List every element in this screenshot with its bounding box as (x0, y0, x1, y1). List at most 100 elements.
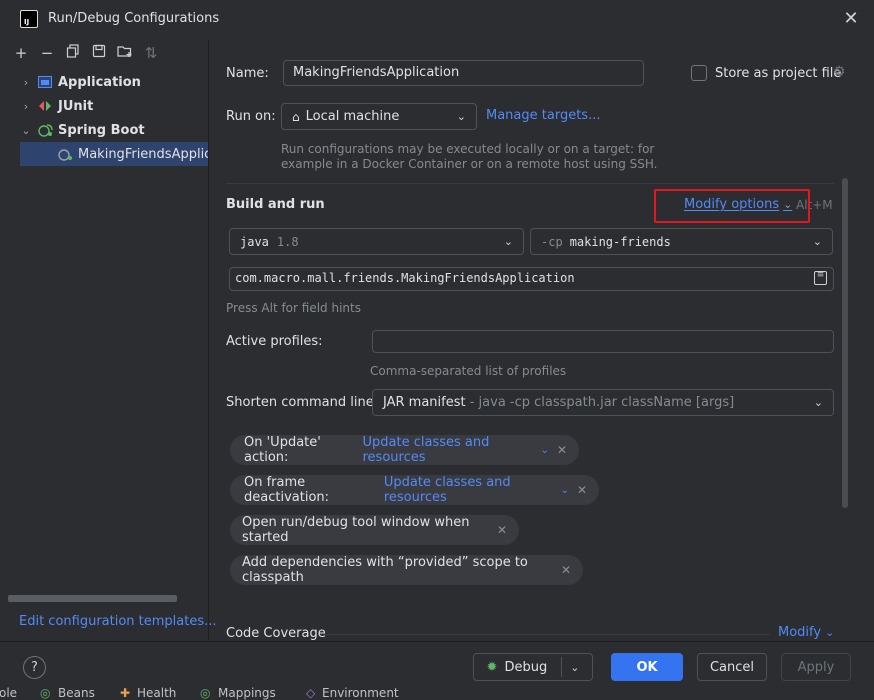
ok-label: OK (636, 659, 658, 675)
store-as-project-file-checkbox[interactable] (691, 65, 707, 81)
apply-label: Apply (797, 659, 835, 675)
save-icon[interactable] (90, 44, 108, 62)
edit-configuration-templates-link[interactable]: Edit configuration templates... (19, 614, 217, 629)
code-coverage-modify-link[interactable]: Modify ⌄ (778, 625, 834, 640)
chevron-down-icon[interactable]: ⌄ (20, 124, 32, 137)
add-icon[interactable]: + (12, 44, 30, 62)
open-tool-window-label: Open run/debug tool window when started (242, 515, 470, 545)
code-coverage-title: Code Coverage (226, 626, 326, 641)
open-tool-window-chip[interactable]: Open run/debug tool window when started … (230, 515, 519, 545)
shorten-command-line-label: Shorten command line: (226, 395, 379, 410)
debug-bug-icon: ✹ (486, 659, 498, 675)
cancel-button[interactable]: Cancel (697, 653, 767, 681)
frame-deactivation-label: On frame deactivation: (244, 475, 330, 505)
chevron-right-icon[interactable]: › (20, 100, 32, 113)
debug-label: Debug (504, 659, 548, 675)
environment-icon: ◇ (306, 686, 316, 700)
window-title: Run/Debug Configurations (48, 11, 220, 26)
shorten-value: JAR manifest (383, 395, 466, 410)
application-icon (38, 75, 54, 89)
manage-targets-link[interactable]: Manage targets... (486, 108, 600, 123)
frame-deactivation-chip[interactable]: On frame deactivation: Update classes an… (230, 475, 599, 505)
active-profiles-field[interactable] (372, 330, 834, 353)
beans-icon: ◎ (40, 686, 51, 700)
build-and-run-title: Build and run (226, 197, 325, 212)
main-class-value: com.macro.mall.friends.MakingFriendsAppl… (235, 271, 575, 285)
ide-tab-health[interactable]: Health (137, 686, 176, 700)
shorten-command-line-dropdown[interactable]: JAR manifest - java -cp classpath.jar cl… (372, 389, 834, 416)
frame-deactivation-value[interactable]: Update classes and resources (384, 475, 557, 505)
ide-tab-mappings[interactable]: Mappings (218, 686, 276, 700)
chevron-down-icon[interactable]: ⌄ (561, 485, 569, 496)
add-dependencies-label: Add dependencies with “provided” scope t… (242, 555, 528, 585)
copy-icon[interactable] (64, 44, 82, 62)
classpath-module-dropdown[interactable]: -cp making-friends ⌄ (530, 228, 833, 255)
close-icon[interactable]: ✕ (561, 563, 571, 577)
update-action-chip[interactable]: On 'Update' action: Update classes and r… (230, 435, 579, 465)
active-profiles-label: Active profiles: (226, 334, 323, 349)
tree-item-making-friends-application[interactable]: MakingFriendsApplicat (20, 142, 208, 166)
health-icon: ✚ (120, 686, 131, 700)
footer-divider (0, 641, 874, 642)
chevron-down-icon: ⌄ (825, 626, 835, 639)
sort-icon[interactable]: ⇅ (142, 44, 160, 62)
name-field[interactable]: MakingFriendsApplication (283, 60, 644, 86)
tree-item-application[interactable]: › Application (0, 70, 208, 94)
ide-tab-beans[interactable]: Beans (58, 686, 95, 700)
tree-item-junit[interactable]: › JUnit (0, 94, 208, 118)
add-dependencies-chip[interactable]: Add dependencies with “provided” scope t… (230, 555, 583, 585)
browse-class-icon[interactable]: ≡ (814, 271, 827, 285)
shorten-detail: - java -cp classpath.jar className [args… (465, 395, 735, 410)
section-divider (226, 183, 834, 184)
intellij-app-icon: IJ (20, 10, 38, 28)
ok-button[interactable]: OK (611, 653, 683, 681)
tree-item-label: MakingFriendsApplicat (78, 146, 208, 162)
chevron-down-icon: ⌄ (503, 235, 513, 248)
tree-horizontal-scrollbar[interactable] (8, 595, 177, 602)
name-label: Name: (226, 66, 269, 81)
tree-item-label: JUnit (58, 98, 94, 114)
remove-icon[interactable]: − (38, 44, 56, 62)
update-action-value[interactable]: Update classes and resources (363, 435, 537, 465)
chevron-down-icon[interactable]: ⌄ (541, 445, 549, 456)
close-icon[interactable]: ✕ (841, 9, 861, 29)
ide-tab-environment[interactable]: Environment (322, 686, 399, 700)
home-icon: ⌂ (292, 109, 300, 124)
chevron-right-icon[interactable]: › (20, 76, 32, 89)
run-on-hint-line-2: example in a Docker Container or on a re… (281, 157, 658, 171)
close-icon[interactable]: ✕ (577, 483, 587, 497)
gear-icon[interactable]: ⚙ (833, 64, 846, 80)
form-vertical-scrollbar[interactable] (842, 178, 848, 508)
run-on-label: Run on: (226, 109, 276, 124)
split-divider (561, 657, 563, 677)
store-as-project-file-label[interactable]: Store as project file (715, 66, 841, 81)
chevron-down-icon: ⌄ (456, 110, 466, 123)
help-button[interactable]: ? (23, 656, 46, 679)
new-folder-icon[interactable] (116, 44, 134, 62)
junit-icon (38, 99, 54, 113)
chevron-down-icon: ⌄ (813, 396, 823, 409)
cp-flag: -cp (541, 234, 563, 249)
code-coverage-divider (325, 634, 770, 635)
jdk-version: 1.8 (276, 234, 299, 249)
code-coverage-modify-label: Modify (778, 625, 822, 640)
field-hint: Press Alt for field hints (226, 301, 361, 315)
jdk-dropdown[interactable]: java 1.8 ⌄ (229, 228, 524, 255)
cancel-label: Cancel (709, 659, 755, 675)
run-on-hint-line-1: Run configurations may be executed local… (281, 142, 655, 156)
apply-button[interactable]: Apply (781, 653, 851, 681)
chevron-down-icon: ⌄ (812, 235, 822, 248)
chevron-down-icon[interactable]: ⌄ (570, 661, 579, 674)
tree-item-spring-boot[interactable]: ⌄ Spring Boot (0, 118, 208, 142)
update-action-label: On 'Update' action: (244, 435, 321, 465)
debug-split-button[interactable]: ✹ Debug ⌄ (473, 653, 593, 681)
close-icon[interactable]: ✕ (557, 443, 567, 457)
jdk-name: java (240, 234, 269, 249)
main-class-field[interactable]: com.macro.mall.friends.MakingFriendsAppl… (229, 267, 834, 291)
background-ide-tabs: ole ◎ Beans ✚ Health ◎ Mappings ◇ Enviro… (0, 685, 874, 700)
run-on-dropdown[interactable]: ⌂ Local machine ⌄ (281, 103, 477, 130)
tree-item-label: Application (58, 74, 141, 90)
close-icon[interactable]: ✕ (497, 523, 507, 537)
app-icon-letter: IJ (24, 18, 30, 26)
tree-item-label: Spring Boot (58, 122, 145, 138)
